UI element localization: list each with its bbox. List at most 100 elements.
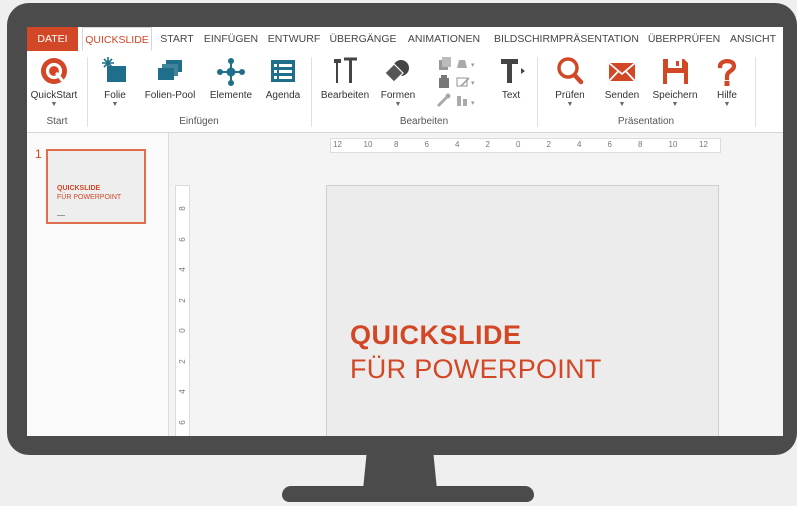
hilfe-label: Hilfe bbox=[716, 90, 737, 101]
ruler-tick-label: 4 bbox=[178, 389, 187, 394]
chevron-down-icon: ▼ bbox=[50, 101, 58, 108]
bearbeiten-button[interactable]: Bearbeiten bbox=[317, 55, 373, 101]
chevron-down-icon: ▼ bbox=[394, 101, 402, 108]
slide-title-line2[interactable]: FÜR POWERPOINT bbox=[350, 354, 602, 385]
powerpoint-window: DATEI QUICKSLIDE START EINFÜGEN ENTWURF … bbox=[27, 27, 783, 436]
vertical-ruler: 8 6 4 2 0 2 4 6 bbox=[175, 185, 190, 436]
pruefen-label: Prüfen bbox=[555, 90, 585, 101]
agenda-list-icon bbox=[262, 55, 304, 89]
chevron-down-icon: ▼ bbox=[111, 101, 119, 108]
ruler-tick-label: 0 bbox=[516, 140, 521, 149]
slide-number: 1 bbox=[35, 147, 42, 161]
group-divider bbox=[755, 57, 756, 127]
slide-title-line1[interactable]: QUICKSLIDE bbox=[350, 320, 522, 351]
ruler-tick-label: 2 bbox=[178, 358, 187, 364]
thumbnail-title-line1: QUICKSLIDE bbox=[57, 185, 101, 192]
ruler-tick-label: 6 bbox=[424, 140, 429, 149]
speichern-button[interactable]: Speichern ▼ bbox=[649, 55, 701, 109]
folien-pool-label: Folien-Pool bbox=[144, 90, 196, 101]
formen-button[interactable]: Formen ▼ bbox=[377, 55, 419, 109]
quickstart-label: QuickStart bbox=[30, 90, 78, 101]
tab-uebergaenge[interactable]: ÜBERGÄNGE bbox=[328, 27, 398, 51]
chevron-down-icon: ▼ bbox=[723, 101, 731, 108]
senden-label: Senden bbox=[604, 90, 640, 101]
senden-button[interactable]: Senden ▼ bbox=[601, 55, 643, 109]
folie-label: Folie bbox=[104, 90, 126, 101]
group-label-bearbeiten: Bearbeiten bbox=[399, 116, 449, 127]
text-icon bbox=[493, 55, 529, 89]
chevron-down-icon: ▼ bbox=[566, 101, 574, 108]
elemente-label: Elemente bbox=[209, 90, 253, 101]
agenda-label: Agenda bbox=[265, 90, 301, 101]
group-label-start: Start bbox=[46, 116, 68, 127]
tab-einfuegen[interactable]: EINFÜGEN bbox=[202, 27, 260, 51]
thumbnail-title-line2: FÜR POWERPOINT bbox=[57, 194, 122, 201]
ruler-tick-label: 2 bbox=[485, 140, 490, 149]
tab-datei[interactable]: DATEI bbox=[27, 27, 78, 51]
ruler-tick-label: 12 bbox=[699, 140, 708, 149]
slide-pool-icon bbox=[140, 55, 200, 89]
ruler-tick-label: 10 bbox=[363, 140, 373, 149]
monitor-stand-base bbox=[282, 486, 534, 502]
svg-text:▾: ▾ bbox=[471, 80, 475, 87]
small-tools-grid: ▾ ▾ ▾ bbox=[435, 56, 483, 114]
quickslide-logo-icon bbox=[28, 55, 80, 89]
slide-canvas[interactable]: QUICKSLIDE FÜR POWERPOINT bbox=[326, 185, 719, 436]
chevron-down-icon: ▼ bbox=[618, 101, 626, 108]
chevron-down-icon: ▼ bbox=[671, 101, 679, 108]
ruler-tick-label: 8 bbox=[178, 206, 187, 211]
horizontal-ruler: 12 10 8 6 4 2 0 2 4 6 8 10 12 bbox=[330, 138, 721, 153]
tab-bildschirmpraesentation[interactable]: BILDSCHIRMPRÄSENTATION bbox=[489, 27, 644, 51]
group-label-praesentation: Präsentation bbox=[617, 116, 675, 127]
ribbon-tabs: DATEI QUICKSLIDE START EINFÜGEN ENTWURF … bbox=[27, 27, 783, 52]
ruler-tick-label: 4 bbox=[178, 267, 187, 272]
tab-quickslide[interactable]: QUICKSLIDE bbox=[82, 27, 152, 51]
tab-ansicht[interactable]: ANSICHT bbox=[725, 27, 781, 51]
pruefen-button[interactable]: Prüfen ▼ bbox=[549, 55, 591, 109]
folie-button[interactable]: Folie ▼ bbox=[97, 55, 133, 109]
quickstart-button[interactable]: QuickStart ▼ bbox=[28, 55, 80, 109]
speichern-label: Speichern bbox=[652, 90, 698, 101]
ribbon: QuickStart ▼ Folie ▼ Folien-Pool Element… bbox=[27, 51, 783, 133]
svg-text:▾: ▾ bbox=[471, 62, 475, 69]
ruler-tick-label: 8 bbox=[638, 140, 643, 149]
elemente-button[interactable]: Elemente bbox=[206, 55, 256, 101]
ruler-tick-label: 10 bbox=[668, 140, 678, 149]
ruler-tick-label: 6 bbox=[178, 236, 187, 242]
text-label: Text bbox=[501, 90, 521, 101]
tab-start[interactable]: START bbox=[157, 27, 197, 51]
elements-icon bbox=[206, 55, 256, 89]
save-icon bbox=[649, 55, 701, 89]
thumbnail-footer-mark bbox=[57, 215, 65, 216]
help-icon bbox=[709, 55, 745, 89]
ruler-tick-label: 6 bbox=[178, 419, 187, 425]
ruler-tick-label: 2 bbox=[546, 140, 551, 149]
ruler-tick-label: 6 bbox=[607, 140, 612, 149]
ruler-tick-label: 12 bbox=[333, 140, 342, 149]
slide-editing-area: 12 10 8 6 4 2 0 2 4 6 8 10 12 8 6 4 2 0 2 4 6 QUICKSLIDE FÜ… bbox=[169, 133, 783, 436]
ruler-tick-label: 4 bbox=[577, 140, 582, 149]
svg-text:▾: ▾ bbox=[471, 100, 475, 107]
text-button[interactable]: Text bbox=[493, 55, 529, 101]
tab-entwurf[interactable]: ENTWURF bbox=[265, 27, 323, 51]
ruler-tick-label: 8 bbox=[394, 140, 399, 149]
formen-label: Formen bbox=[380, 90, 416, 101]
slide-thumbnail-pane: 1 QUICKSLIDE FÜR POWERPOINT bbox=[27, 133, 169, 436]
group-label-einfuegen: Einfügen bbox=[179, 116, 219, 127]
ruler-tick-label: 0 bbox=[178, 328, 187, 333]
ruler-tick-label: 4 bbox=[455, 140, 460, 149]
hilfe-button[interactable]: Hilfe ▼ bbox=[709, 55, 745, 109]
tab-animationen[interactable]: ANIMATIONEN bbox=[403, 27, 485, 51]
agenda-button[interactable]: Agenda bbox=[262, 55, 304, 101]
slide-thumbnail[interactable]: QUICKSLIDE FÜR POWERPOINT bbox=[46, 149, 146, 224]
folien-pool-button[interactable]: Folien-Pool bbox=[140, 55, 200, 101]
mail-icon bbox=[601, 55, 643, 89]
tools-icon bbox=[317, 55, 373, 89]
bearbeiten-label: Bearbeiten bbox=[320, 90, 370, 101]
tab-ueberpruefen[interactable]: ÜBERPRÜFEN bbox=[647, 27, 721, 51]
new-slide-icon bbox=[97, 55, 133, 89]
monitor-frame: DATEI QUICKSLIDE START EINFÜGEN ENTWURF … bbox=[7, 3, 797, 455]
magnifier-icon bbox=[549, 55, 591, 89]
ruler-tick-label: 2 bbox=[178, 297, 187, 303]
shapes-icon bbox=[377, 55, 419, 89]
